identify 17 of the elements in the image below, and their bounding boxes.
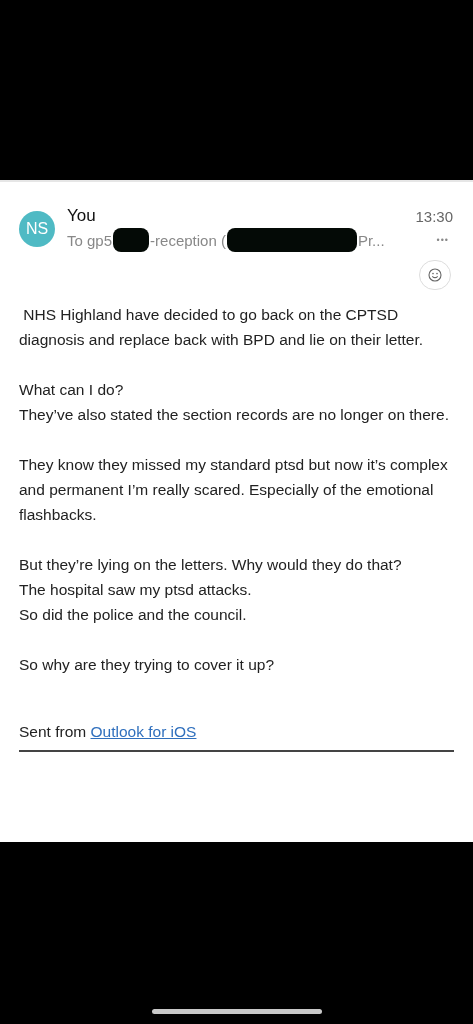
sender-name: You (67, 206, 96, 226)
reaction-button[interactable] (419, 260, 451, 290)
body-paragraph: But they’re lying on the letters. Why would they do that? The hospital saw my ptsd attacks. So did the police and the council. (19, 555, 403, 625)
body-paragraph: So why are they trying to cover it up? (19, 655, 276, 675)
body-paragraph: NHS Highland have decided to go back on the CPTSD diagnosis and replace back with BPD and lie on their letter. (19, 305, 425, 350)
recipient-text: To gp5 (67, 231, 113, 249)
message-time: 13:30 (415, 207, 453, 225)
signature-text: Sent from Outlook for iOS (19, 722, 198, 742)
outlook-link[interactable]: Outlook for iOS (90, 723, 197, 740)
avatar: NS (19, 211, 55, 247)
redaction-mark (113, 228, 150, 252)
recipient-text: -reception ( (150, 231, 226, 249)
smiley-icon (428, 268, 442, 282)
body-paragraph: They know they missed my standard ptsd but now it’s complex and permanent I’m really scared. Especially of the emotional flashbacks. (19, 455, 449, 525)
body-paragraph: What can I do? They’ve also stated the section records are no longer on there. (19, 380, 450, 425)
more-button[interactable]: ••• (436, 235, 449, 245)
recipient-text: Pr... (357, 231, 385, 249)
